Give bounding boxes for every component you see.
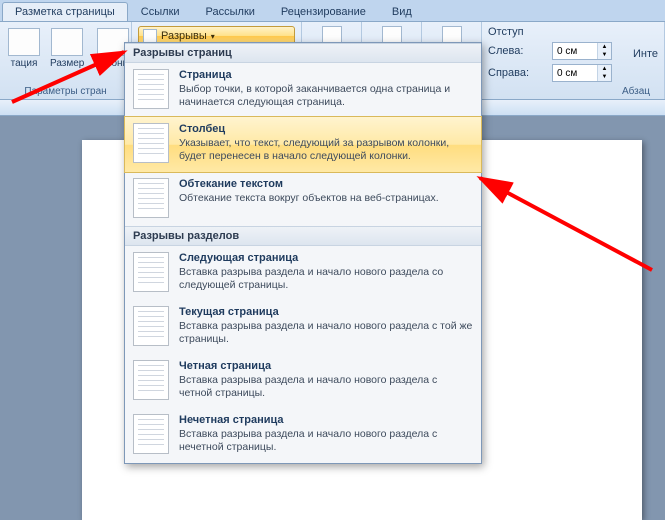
dd-item-title: Обтекание текстом [179, 178, 473, 190]
dd-item-title: Четная страница [179, 360, 473, 372]
dd-item-title: Текущая страница [179, 306, 473, 318]
dd-item-desc: Вставка разрыва раздела и начало нового … [179, 266, 473, 292]
spin-up-icon[interactable]: ▲ [597, 43, 611, 51]
indent-right-input[interactable] [553, 68, 597, 79]
dd-item-continuous[interactable]: Текущая страница Вставка разрыва раздела… [125, 300, 481, 354]
size-button[interactable]: Размер [48, 26, 86, 71]
dd-item-odd-page[interactable]: Нечетная страница Вставка разрыва раздел… [125, 408, 481, 462]
column-break-icon [133, 123, 169, 163]
spin-up-icon[interactable]: ▲ [597, 65, 611, 73]
tab-page-layout[interactable]: Разметка страницы [2, 2, 128, 21]
dd-item-page[interactable]: Страница Выбор точки, в которой заканчив… [125, 63, 481, 117]
interval-title: Инте [633, 48, 658, 60]
chevron-down-icon: ▾ [211, 32, 215, 41]
breaks-icon [143, 29, 157, 43]
tab-review[interactable]: Рецензирование [268, 2, 379, 21]
orientation-icon [8, 28, 40, 56]
ribbon-tabs: Разметка страницы Ссылки Рассылки Реценз… [0, 0, 665, 22]
dd-item-title: Столбец [179, 123, 473, 135]
indent-left-input[interactable] [553, 46, 597, 57]
dd-item-desc: Вставка разрыва раздела и начало нового … [179, 374, 473, 400]
even-page-icon [133, 360, 169, 400]
dd-item-title: Следующая страница [179, 252, 473, 264]
dd-item-even-page[interactable]: Четная страница Вставка разрыва раздела … [125, 354, 481, 408]
orientation-label: тация [11, 58, 38, 69]
breaks-dropdown-menu: Разрывы страниц Страница Выбор точки, в … [124, 42, 482, 464]
spin-down-icon[interactable]: ▼ [597, 73, 611, 81]
size-label: Размер [50, 58, 84, 69]
next-page-icon [133, 252, 169, 292]
dd-item-desc: Вставка разрыва раздела и начало нового … [179, 428, 473, 454]
indent-left-label: Слева: [488, 45, 546, 57]
dd-item-title: Нечетная страница [179, 414, 473, 426]
tab-mailings[interactable]: Рассылки [193, 2, 268, 21]
dd-item-desc: Указывает, что текст, следующий за разры… [179, 137, 473, 163]
breaks-label: Разрывы [161, 30, 207, 42]
dd-item-column[interactable]: Столбец Указывает, что текст, следующий … [124, 116, 482, 172]
size-icon [51, 28, 83, 56]
group-page-setup-label: Параметры стран [6, 84, 125, 97]
tab-references[interactable]: Ссылки [128, 2, 193, 21]
indent-title: Отступ [488, 26, 658, 38]
page-break-icon [133, 69, 169, 109]
dd-item-desc: Обтекание текста вокруг объектов на веб-… [179, 192, 473, 205]
dd-item-desc: Вставка разрыва раздела и начало нового … [179, 320, 473, 346]
indent-right-label: Справа: [488, 67, 546, 79]
group-paragraph-label: Абзац [488, 84, 658, 97]
orientation-button[interactable]: тация [6, 26, 42, 71]
dd-item-text-wrapping[interactable]: Обтекание текстом Обтекание текста вокру… [125, 172, 481, 226]
tab-view[interactable]: Вид [379, 2, 425, 21]
dd-item-next-page[interactable]: Следующая страница Вставка разрыва разде… [125, 246, 481, 300]
dd-section-section-breaks: Разрывы разделов [125, 226, 481, 246]
dd-section-page-breaks: Разрывы страниц [125, 43, 481, 63]
dd-item-title: Страница [179, 69, 473, 81]
text-wrapping-icon [133, 178, 169, 218]
indent-right-spinner[interactable]: ▲▼ [552, 64, 612, 82]
continuous-icon [133, 306, 169, 346]
spin-down-icon[interactable]: ▼ [597, 51, 611, 59]
dd-item-desc: Выбор точки, в которой заканчивается одн… [179, 83, 473, 109]
odd-page-icon [133, 414, 169, 454]
indent-left-spinner[interactable]: ▲▼ [552, 42, 612, 60]
